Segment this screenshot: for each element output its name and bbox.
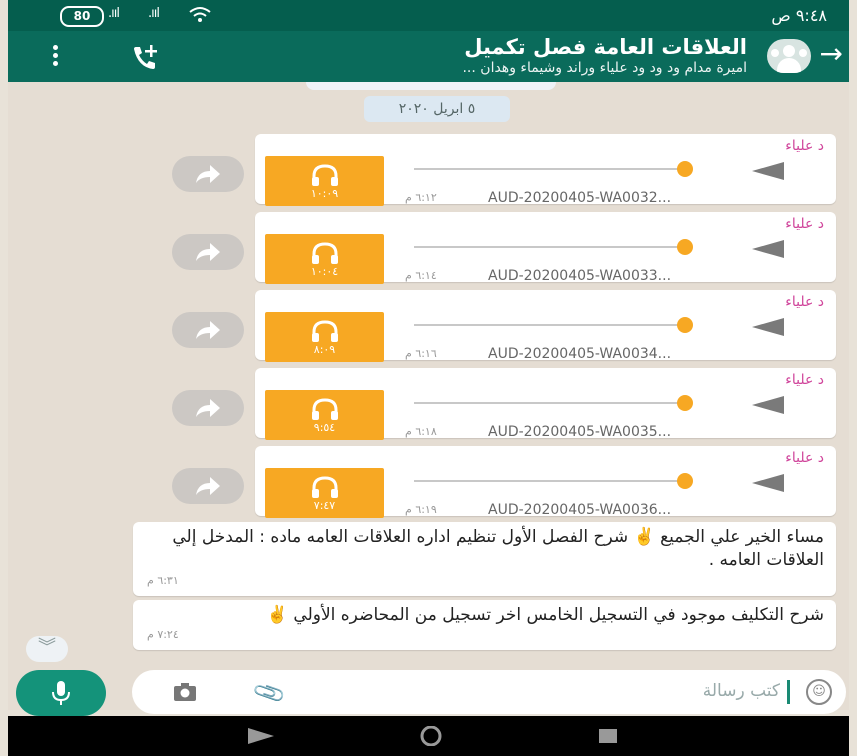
forward-icon xyxy=(196,399,220,417)
audio-seekbar[interactable] xyxy=(414,324,682,326)
chat-header[interactable]: → العلاقات العامة فصل تكميل اميرة مدام و… xyxy=(8,31,849,82)
audio-message[interactable]: د علياء ٩:٥٤ AUD-20200405-WA0035... ٦:١٨… xyxy=(255,368,836,440)
play-icon[interactable] xyxy=(752,396,784,414)
message-placeholder: كتب رسالة xyxy=(702,681,780,701)
message-time: ٦:١٦ م xyxy=(405,347,437,360)
message-time: ٦:١٨ م xyxy=(405,425,437,438)
audio-message[interactable]: د علياء ١٠:٠٤ AUD-20200405-WA0033... ٦:١… xyxy=(255,212,836,284)
headphones-icon xyxy=(312,320,338,342)
seekbar-handle[interactable] xyxy=(677,473,693,489)
home-nav-icon[interactable] xyxy=(418,726,444,746)
forward-icon xyxy=(196,165,220,183)
audio-seekbar[interactable] xyxy=(414,480,682,482)
forward-icon xyxy=(196,243,220,261)
sender-name: د علياء xyxy=(785,138,824,154)
recents-nav-icon[interactable] xyxy=(598,726,618,746)
arrow-right-icon[interactable]: → xyxy=(820,37,843,71)
mic-button[interactable] xyxy=(16,670,106,716)
audio-filename: AUD-20200405-WA0032... xyxy=(488,190,672,206)
previous-message-edge xyxy=(306,82,556,90)
text-message[interactable]: شرح التكليف موجود في التسجيل الخامس اخر … xyxy=(133,600,836,650)
audio-filename: AUD-20200405-WA0033... xyxy=(488,268,672,284)
forward-button[interactable] xyxy=(172,390,244,426)
headphones-icon xyxy=(312,398,338,420)
message-time: ٦:١٤ م xyxy=(405,269,437,282)
sender-name: د علياء xyxy=(785,372,824,388)
camera-icon[interactable] xyxy=(174,683,196,701)
headphones-icon xyxy=(312,242,338,264)
audio-duration: ٩:٥٤ xyxy=(313,421,336,434)
forward-button[interactable] xyxy=(172,234,244,270)
seekbar-handle[interactable] xyxy=(677,317,693,333)
back-nav-icon[interactable] xyxy=(248,726,274,746)
seekbar-handle[interactable] xyxy=(677,239,693,255)
wifi-icon xyxy=(188,6,212,26)
audio-thumbnail[interactable]: ٩:٥٤ xyxy=(265,390,384,440)
audio-duration: ٧:٤٧ xyxy=(313,499,336,512)
clock: ٩:٤٨ ص xyxy=(771,6,827,25)
audio-thumbnail[interactable]: ١٠:٠٤ xyxy=(265,234,384,284)
message-time: ٦:١٩ م xyxy=(405,503,437,516)
forward-button[interactable] xyxy=(172,312,244,348)
audio-duration: ٨:٠٩ xyxy=(313,343,336,356)
seekbar-handle[interactable] xyxy=(677,395,693,411)
audio-filename: AUD-20200405-WA0034... xyxy=(488,346,672,362)
forward-button[interactable] xyxy=(172,468,244,504)
input-bar: 📎 كتب رسالة ☺ xyxy=(8,670,849,716)
group-members[interactable]: اميرة مدام ود ود ود علياء وراند وشيماء و… xyxy=(462,60,747,76)
sender-name: د علياء xyxy=(785,294,824,310)
group-avatar[interactable] xyxy=(767,39,811,73)
sender-name: د علياء xyxy=(785,216,824,232)
message-text: مساء الخير علي الجميع ✌️ شرح الفصل الأول… xyxy=(172,527,824,570)
play-icon[interactable] xyxy=(752,240,784,258)
audio-seekbar[interactable] xyxy=(414,402,682,404)
audio-seekbar[interactable] xyxy=(414,246,682,248)
message-time: ٧:٢٤ م xyxy=(147,628,179,641)
audio-message[interactable]: د علياء ٧:٤٧ AUD-20200405-WA0036... ٦:١٩… xyxy=(255,446,836,518)
audio-seekbar[interactable] xyxy=(414,168,682,170)
double-chevron-down-icon: ︾ xyxy=(38,637,56,658)
group-title[interactable]: العلاقات العامة فصل تكميل xyxy=(464,35,747,59)
add-call-icon[interactable] xyxy=(130,43,160,71)
mic-icon xyxy=(52,681,70,705)
audio-thumbnail[interactable]: ١٠:٠٩ xyxy=(265,156,384,206)
audio-thumbnail[interactable]: ٧:٤٧ xyxy=(265,468,384,518)
forward-icon xyxy=(196,477,220,495)
text-cursor xyxy=(787,680,790,704)
message-text: شرح التكليف موجود في التسجيل الخامس اخر … xyxy=(266,605,824,625)
status-bar: 80 .ııl .ııl ٩:٤٨ ص xyxy=(8,0,849,31)
emoji-icon[interactable]: ☺ xyxy=(806,679,832,705)
signal-icon: .ııl xyxy=(108,6,120,21)
more-vert-icon[interactable] xyxy=(53,45,59,69)
audio-filename: AUD-20200405-WA0035... xyxy=(488,424,672,440)
scroll-down-button[interactable]: ︾ xyxy=(26,636,68,662)
attach-icon[interactable]: 📎 xyxy=(252,676,288,711)
audio-thumbnail[interactable]: ٨:٠٩ xyxy=(265,312,384,362)
headphones-icon xyxy=(312,164,338,186)
audio-duration: ١٠:٠٩ xyxy=(310,187,339,200)
signal-icon-2: .ııl xyxy=(148,6,160,21)
play-icon[interactable] xyxy=(752,318,784,336)
play-icon[interactable] xyxy=(752,162,784,180)
audio-filename: AUD-20200405-WA0036... xyxy=(488,502,672,518)
message-time: ٦:٣١ م xyxy=(147,574,179,587)
date-label: ٥ ابريل ٢٠٢٠ xyxy=(364,96,510,122)
message-input[interactable]: 📎 كتب رسالة ☺ xyxy=(132,670,846,714)
text-message[interactable]: مساء الخير علي الجميع ✌️ شرح الفصل الأول… xyxy=(133,522,836,596)
battery-indicator: 80 xyxy=(60,6,104,27)
chat-area[interactable]: ٥ ابريل ٢٠٢٠ د علياء ١٠:٠٩ AUD-20200405-… xyxy=(8,82,849,710)
system-nav-bar xyxy=(8,716,849,756)
sender-name: د علياء xyxy=(785,450,824,466)
message-time: ٦:١٢ م xyxy=(405,191,437,204)
seekbar-handle[interactable] xyxy=(677,161,693,177)
audio-message[interactable]: د علياء ٨:٠٩ AUD-20200405-WA0034... ٦:١٦… xyxy=(255,290,836,362)
forward-button[interactable] xyxy=(172,156,244,192)
headphones-icon xyxy=(312,476,338,498)
audio-message[interactable]: د علياء ١٠:٠٩ AUD-20200405-WA0032... ٦:١… xyxy=(255,134,836,206)
forward-icon xyxy=(196,321,220,339)
audio-duration: ١٠:٠٤ xyxy=(310,265,339,278)
play-icon[interactable] xyxy=(752,474,784,492)
